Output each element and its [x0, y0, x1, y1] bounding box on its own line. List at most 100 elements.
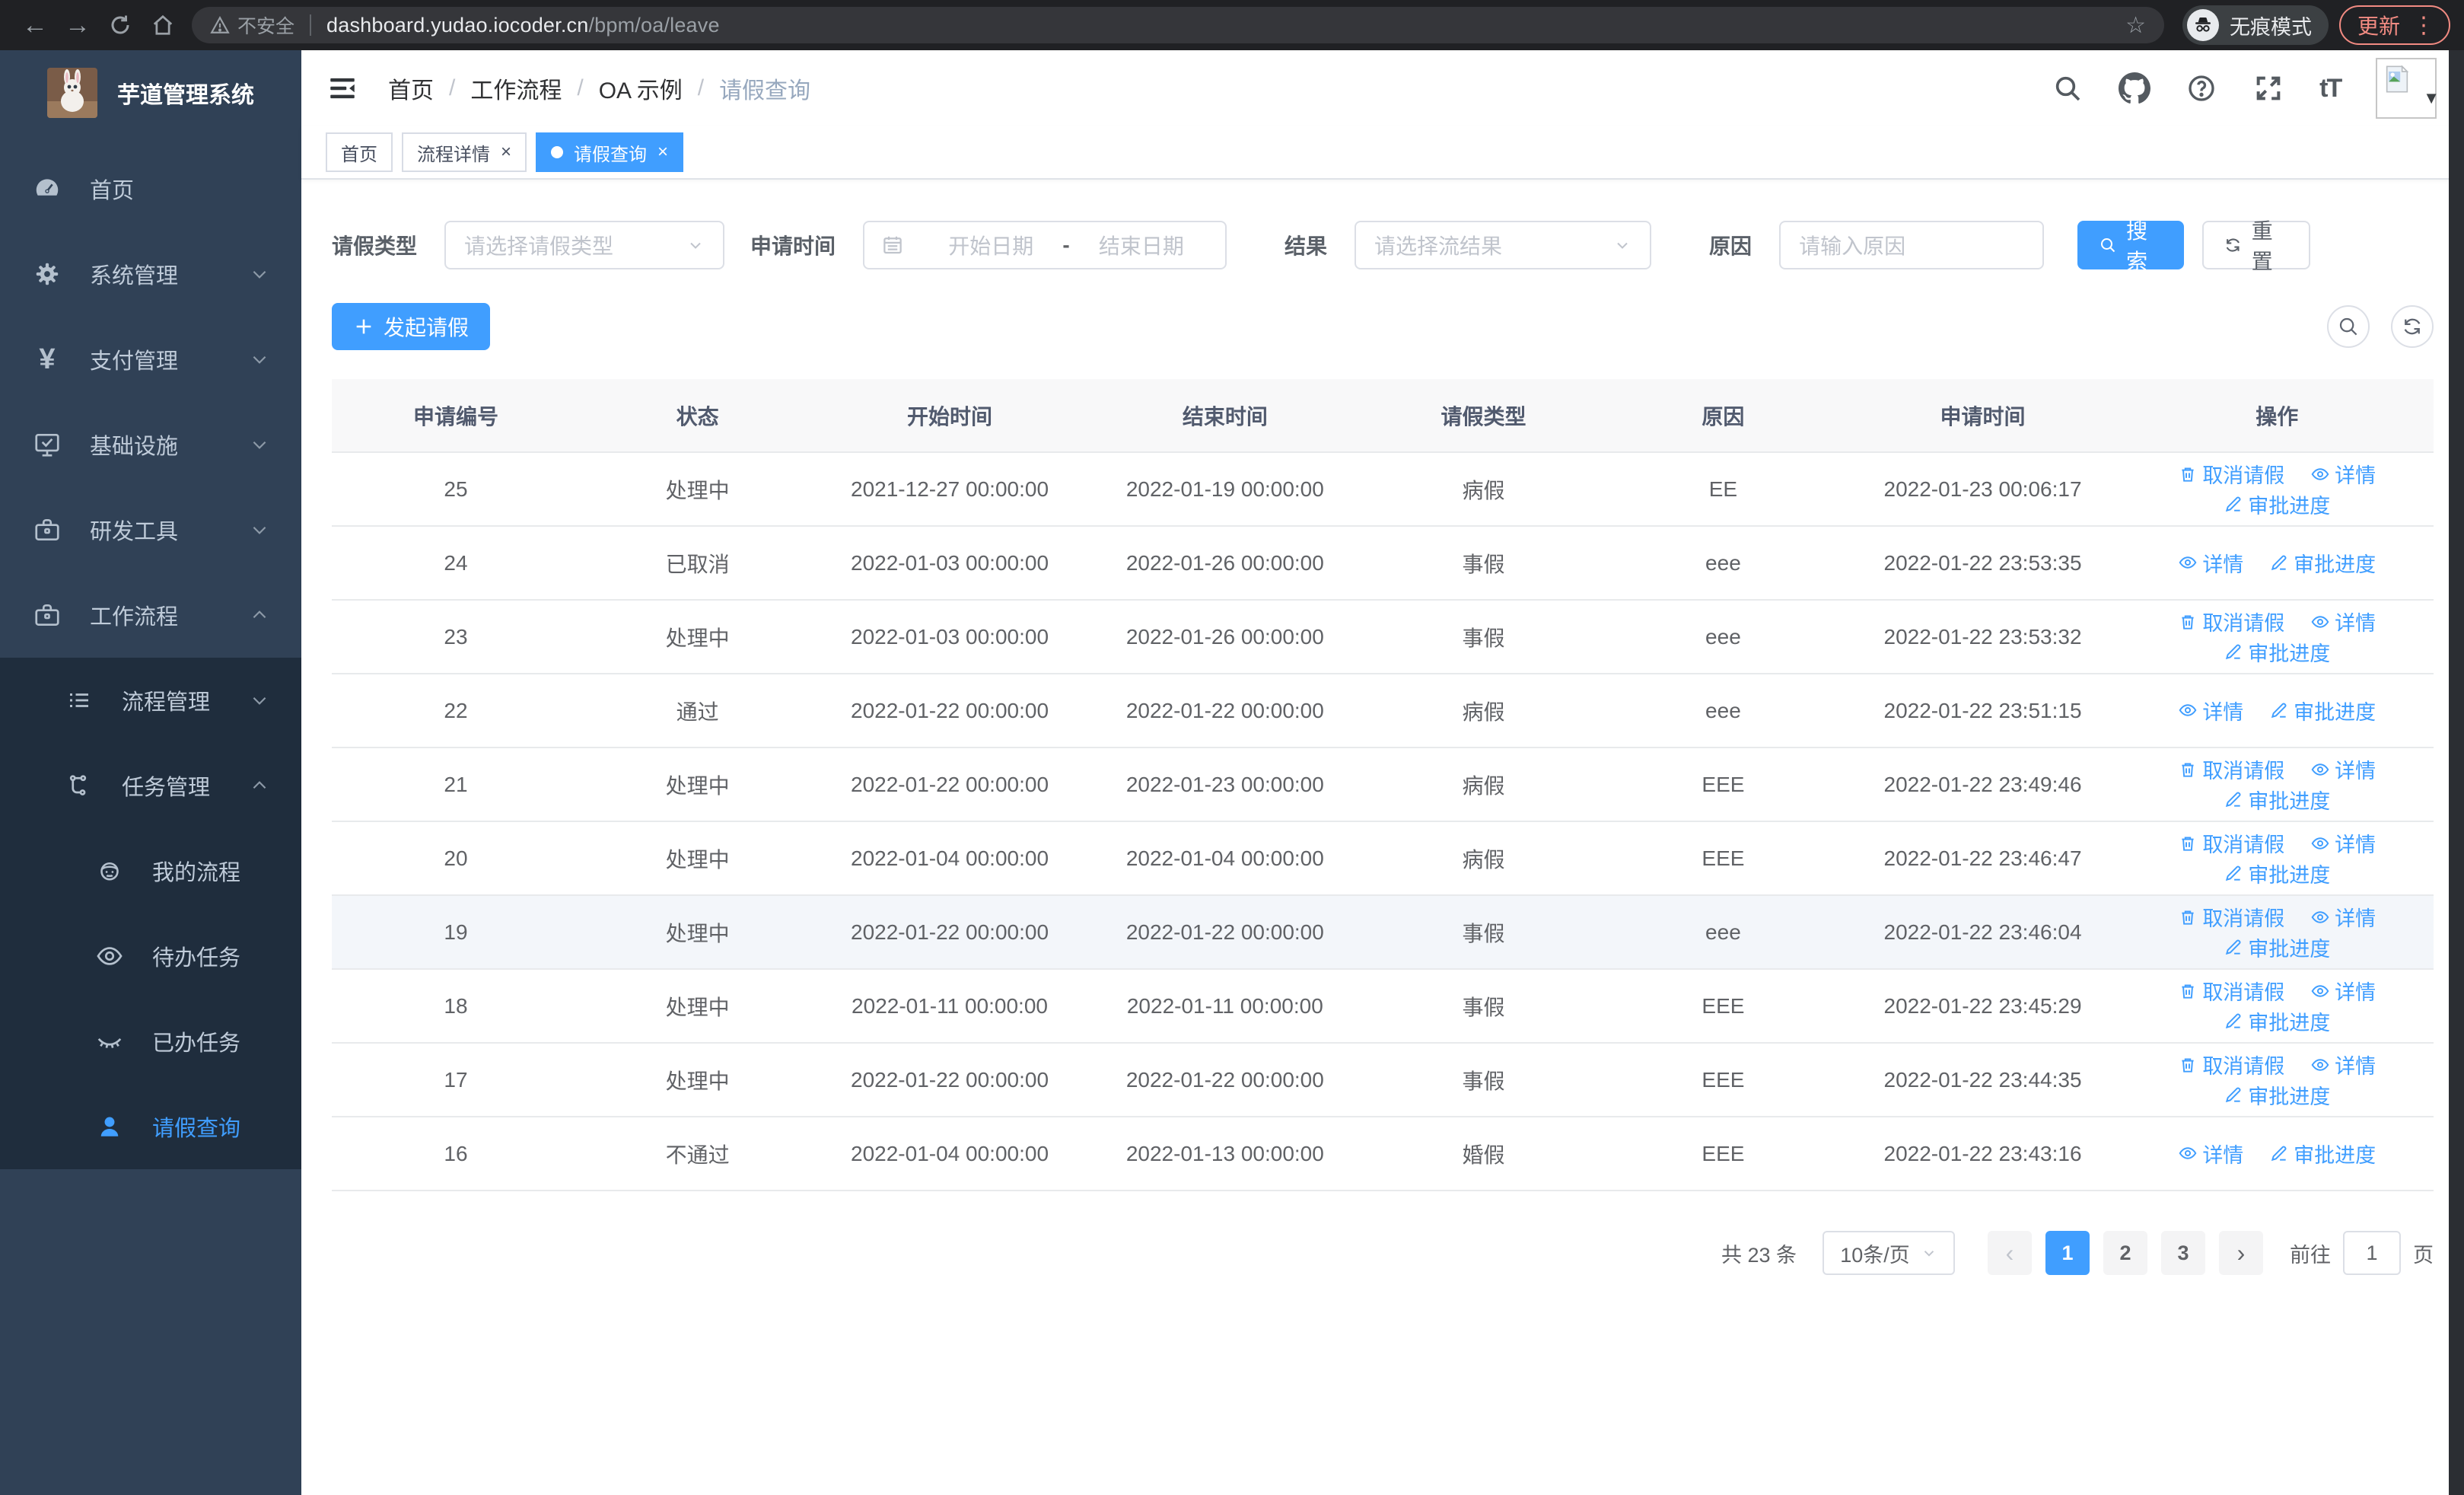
cancel-leave-link[interactable]: 取消请假 [2178, 828, 2284, 858]
pagination-total: 共 23 条 [1721, 1243, 1797, 1267]
cancel-leave-link[interactable]: 取消请假 [2178, 976, 2284, 1006]
sidebar-item-my-process[interactable]: 我的流程 [0, 828, 301, 913]
detail-link[interactable]: 详情 [2310, 754, 2376, 784]
close-icon[interactable]: × [657, 143, 668, 161]
detail-link[interactable]: 详情 [2310, 828, 2376, 858]
cell-apply-time: 2022-01-22 23:51:15 [1845, 674, 2121, 748]
approval-progress-link[interactable]: 审批进度 [2269, 696, 2376, 725]
cancel-leave-link[interactable]: 取消请假 [2178, 902, 2284, 932]
cell-leave-type: 病假 [1365, 748, 1602, 822]
refresh-table-button[interactable] [2391, 305, 2434, 348]
close-icon[interactable]: × [501, 143, 511, 161]
sidebar-item-workflow[interactable]: 工作流程 [0, 572, 301, 658]
approval-progress-link[interactable]: 审批进度 [2224, 637, 2330, 667]
detail-link[interactable]: 详情 [2178, 548, 2243, 578]
cell-leave-type: 事假 [1365, 969, 1602, 1044]
approval-progress-link[interactable]: 审批进度 [2269, 1139, 2376, 1168]
tag-process-detail[interactable]: 流程详情 × [402, 132, 527, 172]
approval-progress-link[interactable]: 审批进度 [2224, 859, 2330, 888]
approval-progress-link[interactable]: 审批进度 [2224, 785, 2330, 814]
goto-page-input[interactable]: 1 [2343, 1231, 2401, 1275]
start-date-placeholder[interactable]: 开始日期 [924, 230, 1058, 260]
cancel-leave-link[interactable]: 取消请假 [2178, 607, 2284, 636]
fullscreen-icon[interactable] [2252, 72, 2284, 104]
chevron-down-icon [250, 690, 269, 710]
cancel-leave-link[interactable]: 取消请假 [2178, 1050, 2284, 1079]
sidebar-item-home[interactable]: 首页 [0, 146, 301, 231]
reason-input[interactable]: 请输入原因 [1779, 221, 2045, 269]
reset-button[interactable]: 重置 [2202, 219, 2311, 273]
address-bar[interactable]: 不安全 dashboard.yudao.iocoder.cn /bpm/oa/l… [192, 7, 2164, 43]
page-scrollbar[interactable] [2449, 50, 2464, 1495]
breadcrumb-oa-example[interactable]: OA 示例 [599, 72, 683, 105]
cancel-leave-link[interactable]: 取消请假 [2178, 459, 2284, 489]
approval-progress-link[interactable]: 审批进度 [2224, 932, 2330, 962]
cell-actions: 详情 审批进度 [2120, 1117, 2434, 1191]
back-icon[interactable]: ← [14, 7, 56, 43]
sidebar-item-devtools[interactable]: 研发工具 [0, 487, 301, 572]
sidebar-item-task-mgmt[interactable]: 任务管理 [0, 743, 301, 828]
create-leave-button[interactable]: 发起请假 [332, 303, 491, 350]
sidebar-item-payment[interactable]: ¥ 支付管理 [0, 317, 301, 402]
page-button-3[interactable]: 3 [2161, 1231, 2205, 1275]
help-icon[interactable] [2185, 72, 2217, 104]
detail-link[interactable]: 详情 [2178, 1139, 2243, 1168]
prev-page-button[interactable]: ‹ [1988, 1231, 2032, 1275]
detail-link[interactable]: 详情 [2310, 607, 2376, 636]
navbar-tools: tT ▼ [2052, 58, 2440, 119]
bookmark-star-icon[interactable]: ☆ [2125, 12, 2146, 39]
breadcrumb-home[interactable]: 首页 [388, 72, 434, 105]
page-size-select[interactable]: 10条/页 [1823, 1231, 1955, 1275]
end-date-placeholder[interactable]: 结束日期 [1074, 230, 1208, 260]
detail-label: 详情 [2335, 760, 2376, 783]
font-size-icon[interactable]: tT [2319, 74, 2342, 104]
table-row: 20 处理中 2022-01-04 00:00:00 2022-01-04 00… [332, 821, 2434, 896]
page-button-1[interactable]: 1 [2045, 1231, 2090, 1275]
next-page-button[interactable]: › [2219, 1231, 2263, 1275]
sidebar-item-label: 基础设施 [90, 435, 179, 459]
search-icon[interactable] [2052, 72, 2084, 104]
sidebar-item-todo-tasks[interactable]: 待办任务 [0, 913, 301, 999]
sidebar-item-process-mgmt[interactable]: 流程管理 [0, 658, 301, 743]
approval-progress-link[interactable]: 审批进度 [2224, 1080, 2330, 1110]
security-warning[interactable]: 不安全 [210, 11, 294, 39]
app-logo-row[interactable]: 芋道管理系统 [0, 50, 301, 135]
detail-label: 详情 [2335, 612, 2376, 635]
page-button-2[interactable]: 2 [2103, 1231, 2147, 1275]
forward-icon[interactable]: → [56, 7, 99, 43]
breadcrumb-workflow[interactable]: 工作流程 [470, 72, 562, 105]
cancel-leave-link[interactable]: 取消请假 [2178, 754, 2284, 784]
sidebar-item-leave-query[interactable]: 请假查询 [0, 1084, 301, 1169]
approval-progress-label: 审批进度 [2248, 494, 2331, 518]
leave-type-select[interactable]: 请选择请假类型 [444, 221, 725, 269]
approval-progress-link[interactable]: 审批进度 [2269, 548, 2376, 578]
cell-apply-id: 18 [332, 969, 580, 1044]
kebab-menu-icon[interactable]: ⋮ [2412, 12, 2435, 39]
search-button[interactable]: 搜索 [2077, 219, 2185, 273]
tag-home[interactable]: 首页 [326, 132, 393, 172]
chevron-down-icon [1921, 1245, 1937, 1261]
user-menu[interactable]: ▼ [2376, 58, 2440, 119]
detail-link[interactable]: 详情 [2310, 902, 2376, 932]
detail-link[interactable]: 详情 [2178, 696, 2243, 725]
show-search-button[interactable] [2327, 305, 2370, 348]
detail-link[interactable]: 详情 [2310, 459, 2376, 489]
sidebar-item-system[interactable]: 系统管理 [0, 231, 301, 317]
result-select[interactable]: 请选择流结果 [1355, 221, 1652, 269]
approval-progress-link[interactable]: 审批进度 [2224, 1006, 2330, 1036]
github-icon[interactable] [2119, 72, 2151, 104]
reload-icon[interactable] [99, 7, 142, 43]
approval-progress-label: 审批进度 [2248, 789, 2331, 813]
sidebar-toggle-icon[interactable] [326, 72, 359, 105]
sidebar-item-infra[interactable]: 基础设施 [0, 402, 301, 487]
cell-reason: EEE [1601, 969, 1845, 1044]
sidebar-item-done-tasks[interactable]: 已办任务 [0, 999, 301, 1084]
detail-link[interactable]: 详情 [2310, 1050, 2376, 1079]
home-icon[interactable] [142, 7, 184, 43]
apply-time-range-picker[interactable]: 开始日期 - 结束日期 [863, 221, 1227, 269]
table-toolbar: 发起请假 [332, 303, 2434, 350]
tag-leave-query[interactable]: 请假查询 × [536, 132, 684, 172]
approval-progress-link[interactable]: 审批进度 [2224, 489, 2330, 519]
detail-link[interactable]: 详情 [2310, 976, 2376, 1006]
update-button[interactable]: 更新 ⋮ [2338, 5, 2450, 45]
